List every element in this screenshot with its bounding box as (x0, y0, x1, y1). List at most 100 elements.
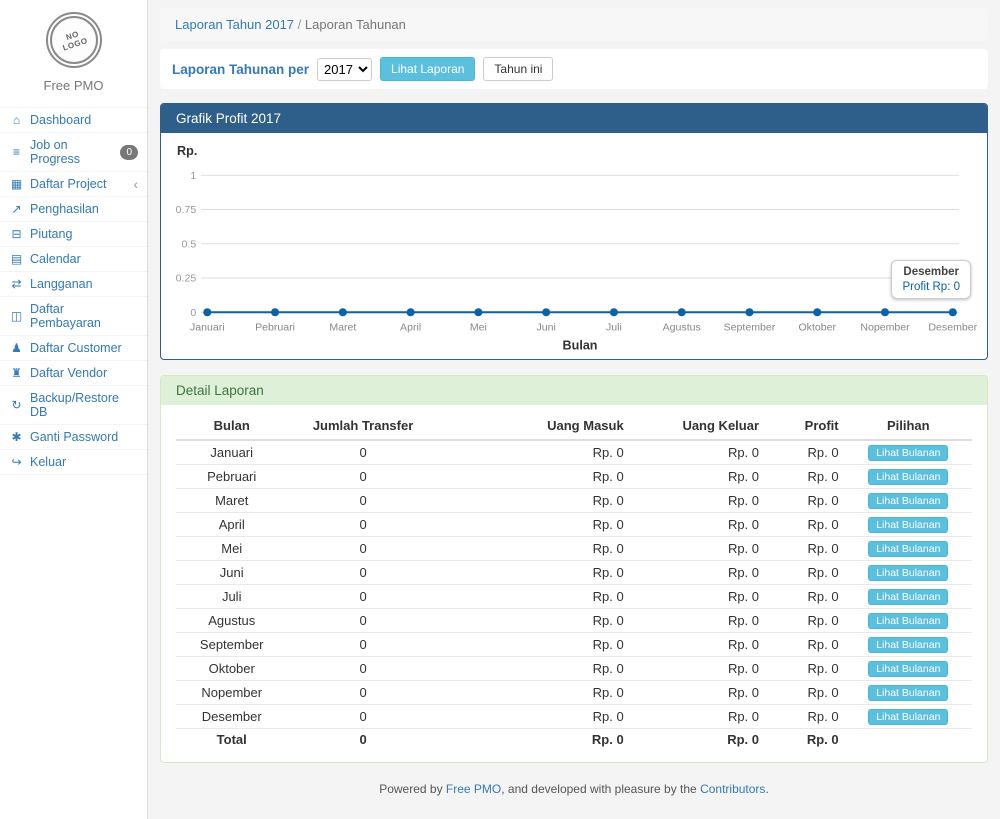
month-cell: Desember (176, 704, 287, 728)
brand-name: Free PMO (8, 78, 139, 93)
uang-keluar-cell: Rp. 0 (630, 632, 765, 656)
sidebar-item-label: Ganti Password (30, 430, 118, 444)
payment-icon: ◫ (9, 309, 24, 323)
lihat-bulanan-button[interactable]: Lihat Bulanan (868, 565, 948, 581)
sidebar-item-dashboard[interactable]: ⌂Dashboard (0, 107, 147, 132)
sidebar-item-label: Langganan (30, 277, 93, 291)
sidebar-item-job-on-progress[interactable]: ≡Job on Progress0 (0, 132, 147, 171)
table-row: Juni0Rp. 0Rp. 0Rp. 0Lihat Bulanan (176, 560, 972, 584)
table-row: Nopember0Rp. 0Rp. 0Rp. 0Lihat Bulanan (176, 680, 972, 704)
total-label-cell: Total (176, 728, 287, 750)
lihat-bulanan-button[interactable]: Lihat Bulanan (868, 445, 948, 461)
lihat-bulanan-button[interactable]: Lihat Bulanan (868, 589, 948, 605)
sidebar-item-calendar[interactable]: ▤Calendar (0, 246, 147, 271)
month-cell: Juni (176, 560, 287, 584)
main-content: Laporan Tahun 2017 / Laporan Tahunan Lap… (148, 0, 1000, 819)
lihat-bulanan-button[interactable]: Lihat Bulanan (868, 493, 948, 509)
year-select[interactable]: 2017 (317, 58, 372, 81)
lihat-bulanan-button[interactable]: Lihat Bulanan (868, 469, 948, 485)
profit-cell: Rp. 0 (765, 536, 845, 560)
sidebar-item-daftar-vendor[interactable]: ♜Daftar Vendor (0, 360, 147, 385)
sidebar-item-keluar[interactable]: ↪ Keluar (0, 449, 147, 475)
lihat-bulanan-button[interactable]: Lihat Bulanan (868, 613, 948, 629)
profit-cell: Rp. 0 (765, 608, 845, 632)
sidebar-item-label: Piutang (30, 227, 72, 241)
action-cell: Lihat Bulanan (845, 512, 972, 536)
action-cell: Lihat Bulanan (845, 536, 972, 560)
action-cell: Lihat Bulanan (845, 440, 972, 465)
transfer-cell: 0 (287, 440, 438, 465)
lihat-bulanan-button[interactable]: Lihat Bulanan (868, 541, 948, 557)
profit-cell: Rp. 0 (765, 512, 845, 536)
transfer-cell: 0 (287, 680, 438, 704)
contributors-link[interactable]: Contributors (700, 782, 765, 796)
lihat-bulanan-button[interactable]: Lihat Bulanan (868, 637, 948, 653)
lihat-bulanan-button[interactable]: Lihat Bulanan (868, 661, 948, 677)
svg-text:Mei: Mei (470, 321, 487, 333)
lihat-bulanan-button[interactable]: Lihat Bulanan (868, 709, 948, 725)
month-cell: Maret (176, 488, 287, 512)
sign-out-icon: ↪ (9, 455, 24, 469)
breadcrumb-separator: / (298, 17, 302, 32)
sidebar-item-label: Dashboard (30, 113, 91, 127)
svg-text:1: 1 (190, 170, 196, 182)
profit-cell: Rp. 0 (765, 440, 845, 465)
table-total-row: Total0Rp. 0Rp. 0Rp. 0 (176, 728, 972, 750)
sidebar-item-daftar-customer[interactable]: ♟Daftar Customer (0, 335, 147, 360)
total-masuk-cell: Rp. 0 (439, 728, 630, 750)
uang-keluar-cell: Rp. 0 (630, 608, 765, 632)
svg-text:0.75: 0.75 (176, 204, 197, 216)
sidebar-item-daftar-project[interactable]: ▦Daftar Project‹ (0, 171, 147, 196)
month-cell: Pebruari (176, 464, 287, 488)
col-header-bulan: Bulan (176, 415, 287, 440)
sidebar-item-backup-restore-db[interactable]: ↻Backup/Restore DB (0, 385, 147, 424)
month-cell: Agustus (176, 608, 287, 632)
transfer-cell: 0 (287, 464, 438, 488)
table-icon: ▦ (9, 177, 24, 191)
lihat-bulanan-button[interactable]: Lihat Bulanan (868, 685, 948, 701)
sidebar: NO LOGO Free PMO ⌂Dashboard≡Job on Progr… (0, 0, 148, 819)
breadcrumb: Laporan Tahun 2017 / Laporan Tahunan (160, 8, 988, 41)
month-cell: Oktober (176, 656, 287, 680)
tooltip-month: Desember (902, 266, 960, 278)
uang-masuk-cell: Rp. 0 (439, 704, 630, 728)
col-header-uang-keluar: Uang Keluar (630, 415, 765, 440)
sidebar-item-ganti-password[interactable]: ✱Ganti Password (0, 424, 147, 449)
breadcrumb-current: Laporan Tahunan (305, 17, 406, 32)
chart-panel-title: Grafik Profit 2017 (161, 104, 987, 133)
tooltip-profit: Profit Rp: 0 (902, 281, 960, 293)
no-logo-stamp-icon: NO LOGO (46, 12, 102, 68)
uang-masuk-cell: Rp. 0 (439, 584, 630, 608)
month-cell: Juli (176, 584, 287, 608)
month-cell: April (176, 512, 287, 536)
uang-masuk-cell: Rp. 0 (439, 488, 630, 512)
tahun-ini-button[interactable]: Tahun ini (483, 57, 553, 81)
footer-text-prefix: Powered by (379, 782, 446, 796)
action-cell: Lihat Bulanan (845, 632, 972, 656)
filter-label: Laporan Tahunan per (172, 62, 309, 77)
report-filter-bar: Laporan Tahunan per 2017 Lihat Laporan T… (160, 49, 988, 89)
col-header-jumlah-transfer: Jumlah Transfer (287, 415, 438, 440)
sidebar-item-penghasilan[interactable]: ↗Penghasilan (0, 196, 147, 221)
chart-body: 10.750.50.250Rp.BulanJanuariPebruariMare… (161, 133, 987, 359)
sidebar-item-label: Daftar Project (30, 177, 106, 191)
svg-text:April: April (400, 321, 421, 333)
breadcrumb-link[interactable]: Laporan Tahun 2017 (175, 17, 294, 32)
sidebar-item-daftar-pembayaran[interactable]: ◫Daftar Pembayaran (0, 296, 147, 335)
lihat-laporan-button[interactable]: Lihat Laporan (380, 57, 475, 81)
col-header-pilihan: Pilihan (845, 415, 972, 440)
sidebar-item-langganan[interactable]: ⇄Langganan (0, 271, 147, 296)
action-cell: Lihat Bulanan (845, 560, 972, 584)
sidebar-item-piutang[interactable]: ⊟Piutang (0, 221, 147, 246)
month-cell: Januari (176, 440, 287, 465)
uang-masuk-cell: Rp. 0 (439, 536, 630, 560)
sidebar-item-label: Keluar (30, 455, 66, 469)
free-pmo-link[interactable]: Free PMO (446, 782, 501, 796)
svg-text:Bulan: Bulan (563, 339, 598, 353)
month-cell: September (176, 632, 287, 656)
lihat-bulanan-button[interactable]: Lihat Bulanan (868, 517, 948, 533)
table-row: September0Rp. 0Rp. 0Rp. 0Lihat Bulanan (176, 632, 972, 656)
total-keluar-cell: Rp. 0 (630, 728, 765, 750)
table-row: April0Rp. 0Rp. 0Rp. 0Lihat Bulanan (176, 512, 972, 536)
sidebar-item-label: Job on Progress (30, 138, 114, 166)
